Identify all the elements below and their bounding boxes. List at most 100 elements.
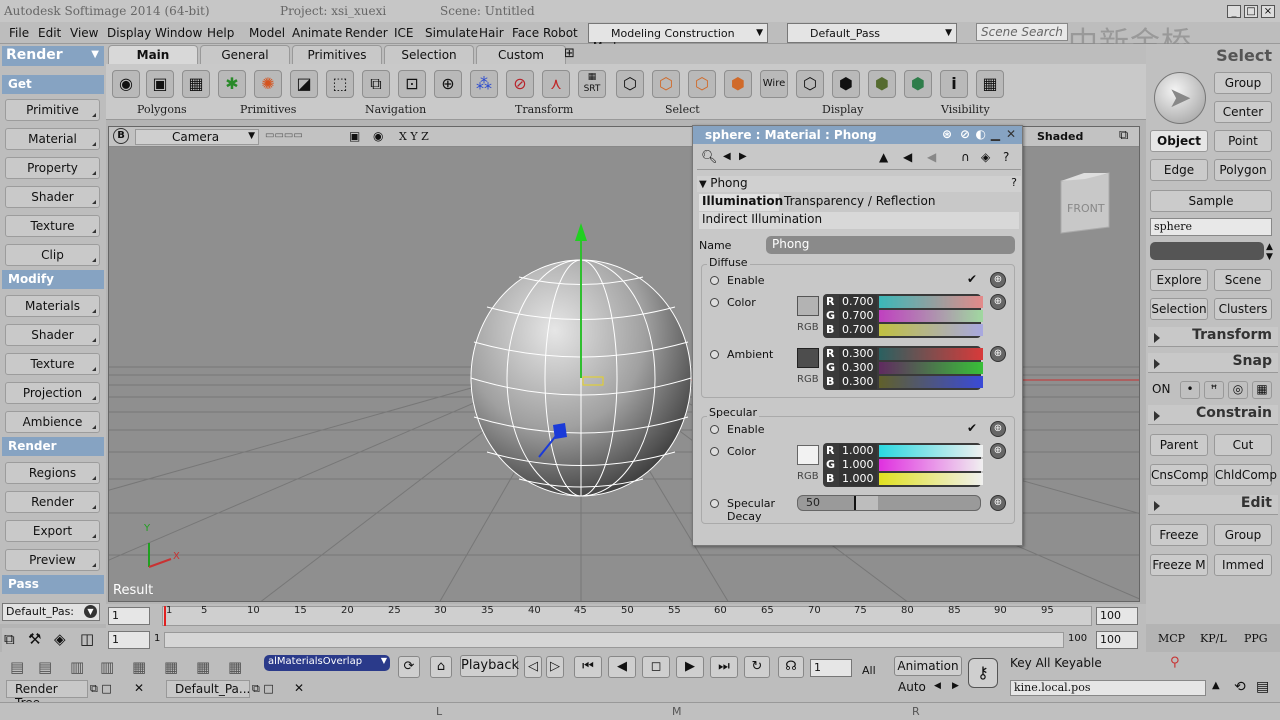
diffuse-color-radio[interactable] <box>710 298 719 307</box>
range-slider[interactable] <box>164 632 1064 648</box>
display-mode-label[interactable]: Shaded <box>1037 130 1083 143</box>
layout-icon[interactable]: ▦ <box>132 658 146 676</box>
minimize-icon[interactable]: _ <box>1227 5 1241 18</box>
specular-g-slider[interactable]: 1.000 <box>839 458 983 472</box>
selected-object-name[interactable]: sphere <box>1150 218 1272 236</box>
close-icon[interactable]: ✕ <box>1006 127 1016 141</box>
light-icon[interactable]: ✺ <box>254 70 282 98</box>
timeline[interactable]: 1 1 5 10 15 20 25 30 35 40 45 50 55 60 6… <box>106 604 1146 628</box>
loop-playback-icon[interactable]: ↻ <box>744 656 770 678</box>
cnscomp-button[interactable]: CnsComp <box>1150 464 1208 486</box>
polygon-button[interactable]: Polygon <box>1214 159 1272 181</box>
info-icon[interactable]: i <box>940 70 968 98</box>
textured-icon[interactable]: ⬢ <box>868 70 896 98</box>
freeze-m-button[interactable]: Freeze M <box>1150 554 1208 576</box>
render-tree-tab[interactable]: Render Tree <box>6 680 88 710</box>
modify-ambience-button[interactable]: Ambience <box>5 411 100 433</box>
help-question-icon[interactable]: ? <box>1011 176 1017 189</box>
keyframe-icon[interactable]: ∩ <box>961 150 970 164</box>
diffuse-r-slider[interactable]: 0.700 <box>839 295 983 309</box>
explore-button[interactable]: Explore <box>1150 269 1208 291</box>
layout-icon[interactable]: ▥ <box>70 658 84 676</box>
constrain-section[interactable]: Constrain <box>1148 405 1278 425</box>
tab-indirect-illumination[interactable]: Indirect Illumination <box>699 212 1019 229</box>
specular-color-radio[interactable] <box>710 447 719 456</box>
center-icon[interactable]: ⊕ <box>434 70 462 98</box>
get-primitive-button[interactable]: Primitive <box>5 99 100 121</box>
snap-on-toggle[interactable]: ON <box>1152 382 1170 396</box>
translate-icon[interactable]: ⁂ <box>470 70 498 98</box>
menu-edit[interactable]: Edit <box>38 26 61 40</box>
pass-combo[interactable]: Default_Pass ▼ <box>787 23 957 43</box>
frame-all-icon[interactable]: ⧉ <box>362 70 390 98</box>
tab-ppg[interactable]: PPG <box>1244 632 1268 645</box>
next-icon[interactable]: ▶ <box>952 681 959 691</box>
menu-display[interactable]: Display <box>107 26 151 40</box>
range-start-field[interactable]: 1 <box>108 631 150 649</box>
play-backward-icon[interactable]: ◀ <box>608 656 636 678</box>
back-icon[interactable]: ◀ <box>723 151 731 162</box>
pass-header[interactable]: Pass <box>2 575 104 594</box>
select-tool-icon[interactable]: ➤ <box>1154 72 1206 124</box>
animate-icon[interactable]: ⊕ <box>990 346 1006 362</box>
shaded-icon[interactable]: ⬢ <box>832 70 860 98</box>
loop-icon[interactable]: ⟳ <box>398 656 420 678</box>
immed-button[interactable]: Immed <box>1214 554 1272 576</box>
scene-search-input[interactable]: Scene Search <box>976 23 1068 41</box>
snap-grid-icon[interactable]: ▦ <box>1252 381 1272 399</box>
close-icon[interactable]: × <box>1261 5 1275 18</box>
sample-button[interactable]: Sample <box>1150 190 1272 212</box>
tab-transparency-reflection[interactable]: Transparency / Reflection <box>781 194 941 211</box>
forward-icon[interactable]: ▶ <box>739 151 747 162</box>
close-icon[interactable]: ✕ <box>134 681 144 695</box>
prev-key-icon[interactable]: ◁ <box>524 656 542 678</box>
tab-mcp[interactable]: MCP <box>1158 632 1185 645</box>
render-icon[interactable]: ◈ <box>54 630 66 648</box>
specular-decay-radio[interactable] <box>710 499 719 508</box>
parent-button[interactable]: Parent <box>1150 434 1208 456</box>
revert-icon[interactable]: ◀ <box>927 150 936 164</box>
layout-icon[interactable]: ▦ <box>164 658 178 676</box>
modify-texture-button[interactable]: Texture <box>5 353 100 375</box>
overlap-combo[interactable]: alMaterialsOverlap ▼ <box>264 655 390 671</box>
get-clip-button[interactable]: Clip <box>5 244 100 266</box>
refresh-icon[interactable]: ⟲ <box>1234 679 1246 695</box>
cut-button[interactable]: Cut <box>1214 434 1272 456</box>
diffuse-enable-checkbox[interactable]: ✔ <box>967 272 977 286</box>
split-icon[interactable]: ◫ <box>80 630 94 648</box>
hidden-line-icon[interactable]: ⬡ <box>796 70 824 98</box>
modify-shader-button[interactable]: Shader <box>5 324 100 346</box>
get-material-button[interactable]: Material <box>5 128 100 150</box>
load-icon[interactable]: ▲ <box>879 150 888 164</box>
audio-icon[interactable]: ☊ <box>778 656 804 678</box>
wireframe-button[interactable]: Wire <box>760 70 788 98</box>
menu-help[interactable]: Help <box>207 26 234 40</box>
tab-selection[interactable]: Selection <box>384 45 474 64</box>
modify-projection-button[interactable]: Projection <box>5 382 100 404</box>
ambient-color-swatch[interactable] <box>797 348 819 368</box>
specular-decay-slider[interactable]: 50 <box>797 495 981 511</box>
animate-icon[interactable]: ⊕ <box>990 272 1006 288</box>
select-object-icon[interactable]: ⬡ <box>616 70 644 98</box>
specular-b-slider[interactable]: 1.000 <box>839 472 983 486</box>
layout-icon[interactable]: ▤ <box>38 658 52 676</box>
snap-section[interactable]: Snap <box>1148 353 1278 373</box>
save-icon[interactable]: ◀ <box>903 150 912 164</box>
menu-window[interactable]: Window <box>155 26 202 40</box>
stop-icon[interactable]: ◻ <box>642 656 670 678</box>
spinner-icon[interactable]: ▲ ▼ <box>1266 242 1273 262</box>
chldcomp-button[interactable]: ChldComp <box>1214 464 1277 486</box>
group-button[interactable]: Group <box>1214 72 1272 94</box>
render-render-button[interactable]: Render <box>5 491 100 513</box>
edge-button[interactable]: Edge <box>1150 159 1208 181</box>
axes-toggle[interactable]: X Y Z <box>399 130 429 143</box>
selection-button[interactable]: Selection <box>1150 298 1208 320</box>
eye-icon[interactable]: ◉ <box>373 129 383 143</box>
playback-button[interactable]: Playback <box>460 655 519 677</box>
menu-ice[interactable]: ICE <box>394 26 414 40</box>
tab-primitives[interactable]: Primitives <box>292 45 382 64</box>
material-name-field[interactable]: Phong <box>766 236 1015 254</box>
add-tab-icon[interactable]: ⊞ <box>564 46 575 61</box>
layout-icon[interactable]: ▤ <box>10 658 24 676</box>
timeline-end-field[interactable]: 100 <box>1096 607 1138 625</box>
